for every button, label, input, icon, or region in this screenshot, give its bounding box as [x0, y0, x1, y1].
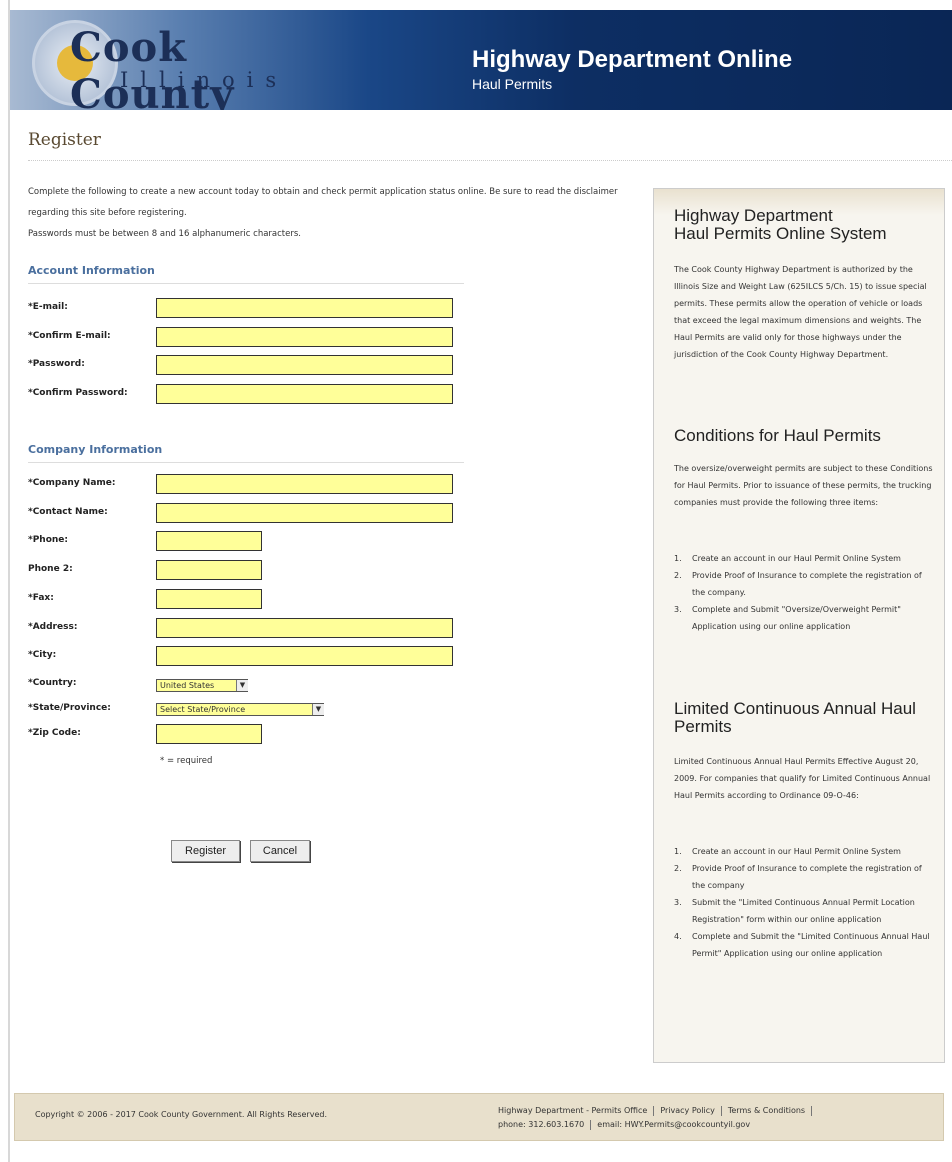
footer-phone: phone: 312.603.1670	[498, 1120, 585, 1129]
page-left-border	[8, 0, 10, 1162]
site-header: Cook County Illinois Highway Department …	[10, 10, 952, 110]
conditions-heading: Conditions for Haul Permits	[674, 426, 881, 445]
state-select[interactable]: Select State/Province ▼	[156, 703, 324, 716]
password-label: *Password:	[28, 359, 85, 369]
city-field[interactable]	[156, 646, 453, 666]
annual-text: Limited Continuous Annual Haul Permits E…	[674, 757, 931, 800]
address-field[interactable]	[156, 618, 453, 638]
divider	[653, 1105, 655, 1116]
list-item-text: Provide Proof of Insurance to complete t…	[692, 864, 922, 890]
title-divider	[28, 160, 952, 161]
list-item: 1. Create an account in our Haul Permit O…	[674, 847, 901, 856]
terms-link[interactable]: Terms & Conditions	[728, 1106, 805, 1115]
annual-list: 1. Create an account in our Haul Permit O…	[674, 843, 936, 962]
list-item: 3. Complete and Submit "Oversize/Overweig…	[674, 605, 901, 631]
footer-links: Highway Department - Permits Office Priva…	[498, 1104, 818, 1132]
confirm-email-field[interactable]	[156, 327, 453, 347]
country-label: *Country:	[28, 678, 77, 688]
annual-heading: Limited Continuous Annual Haul Permits	[674, 699, 916, 736]
list-item: 2. Provide Proof of Insurance to complete…	[674, 864, 922, 890]
address-label: *Address:	[28, 622, 78, 632]
company-name-field[interactable]	[156, 474, 453, 494]
email-field[interactable]	[156, 298, 453, 318]
sidebar-intro: The Cook County Highway Department is au…	[674, 265, 927, 359]
sidebar-title-line2: Haul Permits Online System	[674, 224, 887, 243]
list-item-text: Submit the "Limited Continuous Annual Pe…	[692, 898, 915, 924]
confirm-email-label: *Confirm E-mail:	[28, 331, 111, 341]
zip-label: *Zip Code:	[28, 728, 81, 738]
zip-field[interactable]	[156, 724, 262, 744]
permits-office-link[interactable]: Highway Department - Permits Office	[498, 1106, 647, 1115]
company-name-label: *Company Name:	[28, 478, 116, 488]
info-sidebar: Highway Department Haul Permits Online S…	[653, 188, 945, 1063]
country-select[interactable]: United States ▼	[156, 679, 248, 692]
logo-cook-county-text: Cook County	[70, 24, 235, 110]
divider	[590, 1119, 592, 1130]
intro-paragraph: Complete the following to create a new a…	[28, 187, 618, 218]
divider	[720, 1105, 722, 1116]
footer-email-link[interactable]: email: HWY.Permits@cookcountyil.gov	[597, 1120, 750, 1129]
divider	[811, 1105, 813, 1116]
confirm-password-field[interactable]	[156, 384, 453, 404]
list-item-text: Provide Proof of Insurance to complete t…	[692, 571, 922, 597]
page-title: Register	[28, 130, 101, 150]
password-rule: Passwords must be between 8 and 16 alpha…	[28, 229, 301, 239]
email-label: *E-mail:	[28, 302, 68, 312]
company-info-heading: Company Information	[28, 443, 464, 463]
required-note: * = required	[160, 756, 213, 766]
list-item: 4. Complete and Submit the "Limited Conti…	[674, 932, 930, 958]
state-selected-value: Select State/Province	[160, 705, 246, 714]
list-item: 3. Submit the "Limited Continuous Annual …	[674, 898, 915, 924]
contact-name-field[interactable]	[156, 503, 453, 523]
fax-field[interactable]	[156, 589, 262, 609]
chevron-down-icon[interactable]: ▼	[312, 704, 324, 715]
country-selected-value: United States	[160, 681, 215, 690]
contact-name-label: *Contact Name:	[28, 507, 108, 517]
list-item-text: Complete and Submit "Oversize/Overweight…	[692, 605, 901, 631]
list-item-text: Create an account in our Haul Permit Onl…	[692, 554, 901, 563]
cancel-button[interactable]: Cancel	[250, 840, 310, 862]
page-footer: Copyright © 2006 - 2017 Cook County Gove…	[14, 1093, 944, 1141]
state-label: *State/Province:	[28, 703, 111, 713]
conditions-text: The oversize/overweight permits are subj…	[674, 464, 933, 507]
site-subtitle: Haul Permits	[472, 76, 553, 92]
phone2-field[interactable]	[156, 560, 262, 580]
phone2-label: Phone 2:	[28, 564, 73, 574]
logo-illinois-text: Illinois	[120, 68, 289, 92]
cook-county-logo[interactable]: Cook County Illinois	[28, 18, 308, 110]
site-title: Highway Department Online	[472, 46, 793, 73]
copyright-text: Copyright © 2006 - 2017 Cook County Gove…	[35, 1110, 327, 1119]
fax-label: *Fax:	[28, 593, 54, 603]
sidebar-title-line1: Highway Department	[674, 206, 833, 225]
chevron-down-icon[interactable]: ▼	[236, 680, 248, 691]
intro-text: Complete the following to create a new a…	[28, 182, 648, 245]
phone-field[interactable]	[156, 531, 262, 551]
conditions-list: 1. Create an account in our Haul Permit O…	[674, 550, 936, 635]
phone-label: *Phone:	[28, 535, 69, 545]
list-item-text: Create an account in our Haul Permit Onl…	[692, 847, 901, 856]
list-item: 1. Create an account in our Haul Permit O…	[674, 554, 901, 563]
privacy-policy-link[interactable]: Privacy Policy	[660, 1106, 715, 1115]
city-label: *City:	[28, 650, 57, 660]
account-info-heading: Account Information	[28, 264, 464, 284]
list-item-text: Complete and Submit the "Limited Continu…	[692, 932, 930, 958]
register-button[interactable]: Register	[171, 840, 240, 862]
confirm-password-label: *Confirm Password:	[28, 388, 128, 398]
list-item: 2. Provide Proof of Insurance to complete…	[674, 571, 922, 597]
password-field[interactable]	[156, 355, 453, 375]
